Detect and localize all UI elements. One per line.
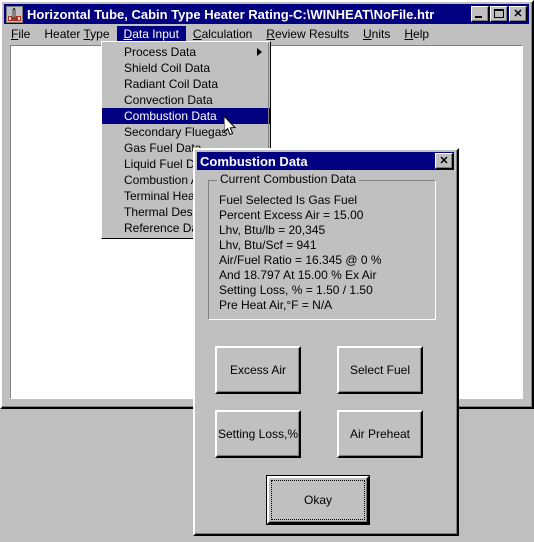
- main-titlebar[interactable]: Horizontal Tube, Cabin Type Heater Ratin…: [4, 4, 529, 24]
- button-label: Select Fuel: [349, 363, 411, 377]
- current-combustion-data-group: Current Combustion Data Fuel Selected Is…: [208, 173, 436, 320]
- menubar-item-review-results[interactable]: Review Results: [259, 26, 356, 43]
- readout-line: And 18.797 At 15.00 % Ex Air: [219, 268, 377, 282]
- minimize-icon: [475, 16, 482, 18]
- focus-indicator: [271, 480, 365, 520]
- setting-loss-button[interactable]: Setting Loss,%: [215, 410, 301, 458]
- menu-item-process-data[interactable]: Process Data: [102, 44, 270, 60]
- maximize-icon: [494, 9, 504, 18]
- menubar-item-units[interactable]: Units: [356, 26, 397, 43]
- menubar-item-data-input[interactable]: Data Input: [116, 25, 186, 43]
- minimize-button[interactable]: [471, 6, 489, 22]
- readout-line: Air/Fuel Ratio = 16.345 @ 0 %: [219, 253, 382, 267]
- menu-item-convection-data[interactable]: Convection Data: [102, 92, 270, 108]
- menu-item-label: Combustion Data: [124, 109, 217, 123]
- menu-item-label: Shield Coil Data: [124, 61, 211, 75]
- select-fuel-button[interactable]: Select Fuel: [337, 346, 423, 394]
- close-icon: ✕: [439, 154, 449, 167]
- chevron-right-icon: [257, 48, 262, 56]
- readout-line: Lhv, Btu/Scf = 941: [219, 238, 317, 252]
- combustion-data-dialog: Combustion Data ✕ Current Combustion Dat…: [193, 148, 459, 536]
- menubar-label-file: ile: [18, 26, 31, 41]
- menubar-item-help[interactable]: Help: [397, 26, 436, 43]
- readout-line: Pre Heat Air,°F = N/A: [219, 298, 333, 312]
- menu-item-label: Gas Fuel Data: [124, 141, 202, 155]
- heater-icon[interactable]: [6, 5, 23, 23]
- close-button[interactable]: ✕: [509, 6, 527, 22]
- menubar-item-calculation[interactable]: Calculation: [186, 26, 259, 43]
- button-label: Excess Air: [229, 363, 286, 377]
- button-label: Air Preheat: [349, 427, 411, 441]
- excess-air-button[interactable]: Excess Air: [215, 346, 301, 394]
- readout-line: Lhv, Btu/lb = 20,345: [219, 223, 326, 237]
- menu-item-combustion-data[interactable]: Combustion Data: [102, 108, 270, 124]
- groupbox-legend: Current Combustion Data: [217, 173, 360, 186]
- air-preheat-button[interactable]: Air Preheat: [337, 410, 423, 458]
- menu-item-label: Radiant Coil Data: [124, 77, 219, 91]
- maximize-button[interactable]: [490, 6, 508, 22]
- dialog-title: Combustion Data: [200, 153, 308, 169]
- button-label: Setting Loss,%: [217, 427, 299, 441]
- menubar-item-file[interactable]: File: [4, 26, 37, 43]
- menu-item-radiant-coil-data[interactable]: Radiant Coil Data: [102, 76, 270, 92]
- menu-item-label: Convection Data: [124, 93, 213, 107]
- dialog-close-button[interactable]: ✕: [435, 153, 453, 169]
- menu-item-secondary-fluegas[interactable]: Secondary Fluegas: [102, 124, 270, 140]
- okay-button[interactable]: Okay: [266, 475, 370, 525]
- main-window-title: Horizontal Tube, Cabin Type Heater Ratin…: [27, 6, 435, 22]
- menu-item-label: Process Data: [124, 45, 197, 59]
- readout-line: Fuel Selected Is Gas Fuel: [219, 193, 358, 207]
- dialog-titlebar[interactable]: Combustion Data ✕: [197, 152, 454, 170]
- combustion-data-readout: Fuel Selected Is Gas Fuel Percent Excess…: [219, 193, 429, 313]
- menu-item-label: Secondary Fluegas: [124, 125, 228, 139]
- readout-line: Setting Loss, % = 1.50 / 1.50: [219, 283, 373, 297]
- menu-item-shield-coil-data[interactable]: Shield Coil Data: [102, 60, 270, 76]
- readout-line: Percent Excess Air = 15.00: [219, 208, 364, 222]
- menubar-item-heater-type[interactable]: Heater Type: [37, 26, 116, 43]
- dialog-inner: Combustion Data ✕ Current Combustion Dat…: [195, 150, 457, 534]
- titlebar-buttons: ✕: [471, 6, 527, 22]
- close-icon: ✕: [513, 7, 523, 20]
